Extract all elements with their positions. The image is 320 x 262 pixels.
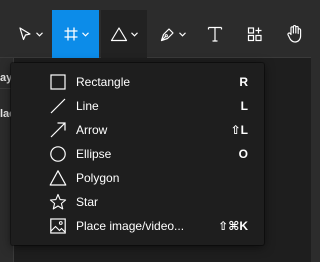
shortcut-hint: R xyxy=(239,75,248,89)
text-t-icon xyxy=(207,26,223,42)
chevron-down-icon xyxy=(81,31,89,37)
menu-item-label: Ellipse xyxy=(76,147,112,161)
resources-tool-button[interactable] xyxy=(238,10,272,58)
menu-item-rectangle[interactable]: Rectangle R xyxy=(11,70,264,94)
shortcut-hint: O xyxy=(238,147,248,161)
hand-icon xyxy=(286,25,301,43)
move-tool-button[interactable] xyxy=(10,10,50,58)
cursor-arrow-icon xyxy=(19,27,31,41)
menu-item-arrow[interactable]: Arrow ⇧L xyxy=(11,118,264,142)
menu-item-label: Place image/video... xyxy=(76,219,185,233)
shape-tools-menu: Rectangle R Line L Arrow ⇧L Ellipse O Po… xyxy=(11,63,264,245)
chevron-down-icon xyxy=(131,31,138,37)
hand-tool-button[interactable] xyxy=(278,10,311,58)
pen-nib-icon xyxy=(160,27,174,41)
menu-item-label: Arrow xyxy=(76,123,108,137)
arrow-icon xyxy=(50,122,66,138)
shortcut-hint: ⇧L xyxy=(230,123,248,137)
chevron-down-icon xyxy=(36,31,43,37)
shape-tool-button[interactable] xyxy=(101,10,147,58)
menu-item-label: Line xyxy=(76,99,99,113)
star-icon xyxy=(49,193,67,210)
frame-tool-button[interactable] xyxy=(52,10,99,58)
shortcut-hint: L xyxy=(240,99,248,113)
menu-item-line[interactable]: Line L xyxy=(11,94,264,118)
menu-item-label: Rectangle xyxy=(76,75,131,89)
menu-item-label: Polygon xyxy=(76,171,120,185)
shortcut-hint: ⇧⌘K xyxy=(218,219,248,233)
frame-hash-icon xyxy=(64,27,77,41)
text-tool-button[interactable] xyxy=(198,10,232,58)
polygon-icon xyxy=(49,170,67,186)
components-icon xyxy=(247,27,262,42)
toolbar xyxy=(0,0,311,58)
triangle-icon xyxy=(110,27,128,42)
line-icon xyxy=(50,98,66,114)
image-icon xyxy=(50,218,66,234)
menu-item-ellipse[interactable]: Ellipse O xyxy=(11,142,264,166)
menu-item-label: Star xyxy=(76,195,99,209)
chevron-down-icon xyxy=(178,31,186,37)
ellipse-icon xyxy=(50,146,66,162)
menu-item-place-image[interactable]: Place image/video... ⇧⌘K xyxy=(11,214,264,238)
menu-item-star[interactable]: Star xyxy=(11,190,264,214)
menu-item-polygon[interactable]: Polygon xyxy=(11,166,264,190)
pen-tool-button[interactable] xyxy=(152,10,192,58)
rectangle-icon xyxy=(50,74,66,90)
